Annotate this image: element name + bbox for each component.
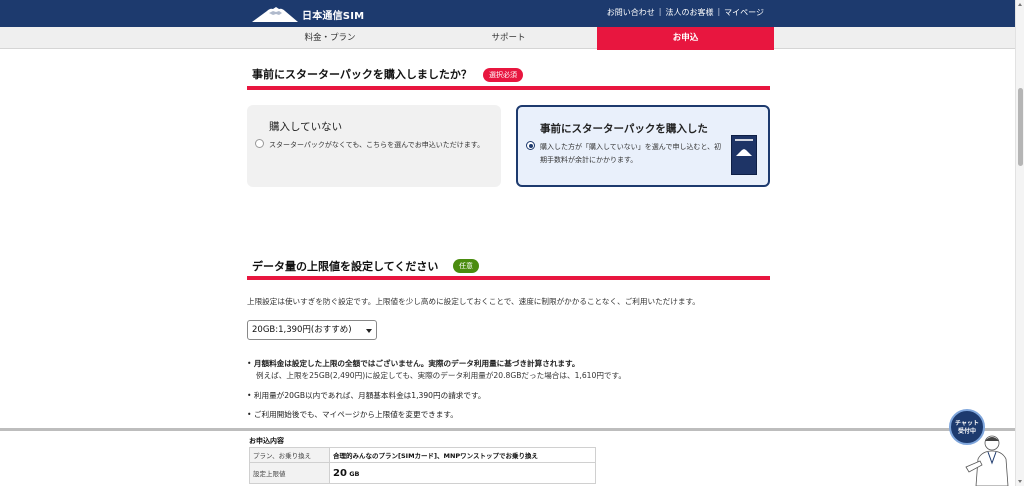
site-header: 日本通信SIM お問い合わせ | 法人のお客様 | マイページ: [0, 0, 1015, 27]
optional-badge: 任意: [453, 259, 479, 273]
option-title: 事前にスターターパックを購入した: [540, 123, 708, 135]
operator-avatar-icon: [965, 435, 1009, 486]
limit-unit: GB: [349, 469, 360, 478]
business-link[interactable]: 法人のお客様: [665, 7, 713, 18]
chat-widget[interactable]: チャット 受付中: [946, 407, 1011, 486]
starter-section-title: 事前にスターターパックを購入しましたか？: [252, 68, 472, 81]
note-billing: • 月額料金は設定した上限の全額ではございません。実際のデータ利用量に基づき計算…: [247, 358, 626, 382]
mount-fuji-icon: [252, 7, 298, 22]
data-limit-description: 上限設定は使いすぎを防ぐ設定です。上限値を少し高めに設定しておくことで、速度に制…: [247, 297, 700, 306]
summary-table: プラン、お乗り換え 合理的みんなのプラン[SIMカード]、MNPワンストップでお…: [249, 447, 596, 484]
note-base-fee: • 利用量が20GB以内であれば、月額基本料金は1,390円の請求です。: [247, 390, 485, 402]
table-row: 設定上限値 20 GB: [249, 462, 596, 484]
order-summary: お申込内容 プラン、お乗り換え 合理的みんなのプラン[SIMカード]、MNPワン…: [0, 428, 1015, 486]
summary-value: 合理的みんなのプラン[SIMカード]、MNPワンストップでお乗り換え: [329, 447, 596, 463]
starter-pack-image: [731, 135, 757, 175]
chevron-down-icon: [366, 329, 372, 333]
required-badge: 選択必須: [483, 68, 523, 82]
option-desc: スターターパックがなくても、こちらを選んでお申込いただけます。: [269, 141, 485, 149]
select-value: 20GB:1,390円(おすすめ): [252, 325, 352, 335]
radio-not-purchased[interactable]: [255, 139, 264, 148]
main-nav: 料金・プラン サポート お申込: [0, 27, 1015, 50]
limit-number: 20: [333, 467, 347, 479]
scroll-down-icon[interactable]: [1018, 480, 1022, 483]
data-limit-select[interactable]: 20GB:1,390円(おすすめ): [247, 320, 377, 340]
note-change-limit: • ご利用開始後でも、マイページから上限値を変更できます。: [247, 409, 458, 421]
mypage-link[interactable]: マイページ: [724, 7, 764, 18]
page-scrollbar[interactable]: [1015, 0, 1024, 486]
nav-item-support[interactable]: サポート: [421, 27, 596, 49]
contact-link[interactable]: お問い合わせ: [607, 7, 655, 18]
note-example: 例えば、上限を25GB(2,490円)に設定しても、実際のデータ利用量が20.8…: [256, 371, 626, 380]
data-limit-section-title: データ量の上限値を設定してください: [252, 260, 439, 273]
chat-line1: チャット: [955, 420, 979, 427]
radio-purchased[interactable]: [526, 141, 535, 150]
summary-key: 設定上限値: [249, 462, 330, 484]
summary-title: お申込内容: [249, 437, 284, 445]
note-bullet: •: [247, 391, 252, 400]
section-divider: [247, 276, 770, 280]
pack-stripe: [735, 139, 753, 141]
summary-value: 20 GB: [329, 462, 596, 484]
header-links: お問い合わせ | 法人のお客様 | マイページ: [607, 7, 764, 18]
note-text: 利用量が20GB以内であれば、月額基本料金は1,390円の請求です。: [253, 391, 486, 400]
logo-text: 日本通信SIM: [302, 10, 365, 22]
summary-key: プラン、お乗り換え: [249, 447, 330, 463]
option-desc: 購入した方が「購入していない」を選んで申し込むと、初期手数料が余計にかかります。: [540, 143, 722, 164]
site-logo[interactable]: 日本通信SIM: [252, 4, 364, 24]
link-separator: |: [658, 7, 662, 16]
option-not-purchased[interactable]: 購入していない スターターパックがなくても、こちらを選んでお申込いただけます。: [247, 105, 501, 187]
note-text: ご利用開始後でも、マイページから上限値を変更できます。: [253, 410, 458, 419]
nav-item-apply[interactable]: お申込: [597, 27, 774, 50]
scrollbar-thumb[interactable]: [1018, 88, 1023, 166]
scroll-up-icon[interactable]: [1018, 3, 1022, 6]
section-divider: [247, 86, 770, 90]
nav-item-pricing[interactable]: 料金・プラン: [245, 27, 415, 49]
mount-fuji-icon: [736, 149, 752, 156]
table-row: プラン、お乗り換え 合理的みんなのプラン[SIMカード]、MNPワンストップでお…: [249, 447, 596, 463]
note-bold: 月額料金は設定した上限の全額ではございません。実際のデータ利用量に基づき計算され…: [253, 359, 580, 368]
note-bullet: •: [247, 410, 252, 419]
option-purchased[interactable]: 事前にスターターパックを購入した 購入した方が「購入していない」を選んで申し込む…: [516, 105, 770, 187]
link-separator: |: [717, 7, 721, 16]
note-bullet: •: [247, 359, 252, 368]
option-title: 購入していない: [269, 121, 343, 133]
